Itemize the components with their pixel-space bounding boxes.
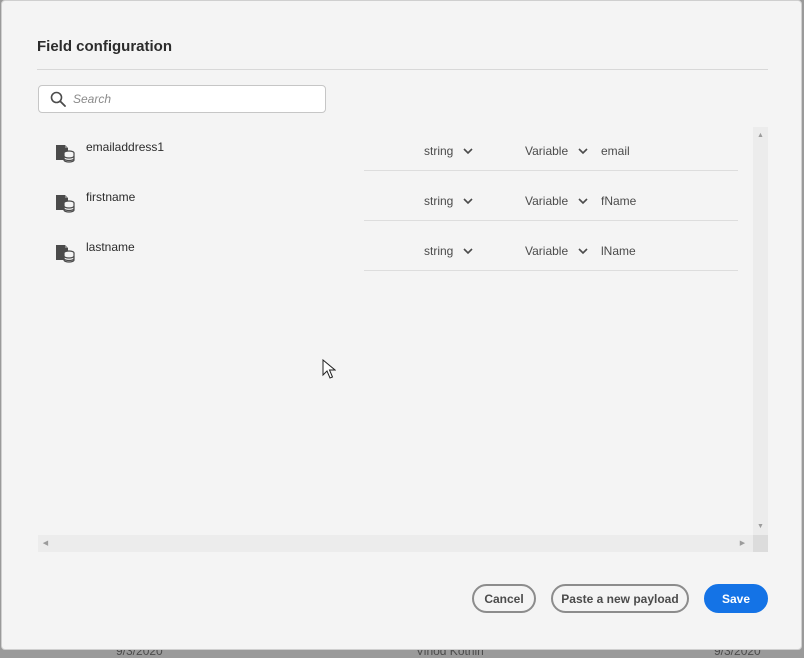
row-divider (364, 270, 738, 271)
field-list: emailaddress1 string Variable email firs… (38, 127, 753, 535)
field-database-icon (54, 192, 76, 214)
chevron-down-icon (463, 148, 473, 155)
type-value: string (424, 244, 454, 258)
mode-value: Variable (525, 144, 569, 158)
field-name: firstname (86, 190, 136, 204)
type-dropdown[interactable]: string (424, 144, 474, 158)
field-row: firstname string Variable fName (38, 177, 753, 227)
variable-value[interactable]: lName (601, 244, 636, 258)
search-icon (48, 89, 68, 109)
vertical-scrollbar[interactable]: ▲ ▼ (753, 127, 768, 535)
search-input[interactable] (71, 86, 325, 112)
field-row: lastname string Variable lName (38, 227, 753, 277)
paste-payload-button[interactable]: Paste a new payload (551, 584, 689, 613)
row-divider (364, 220, 738, 221)
field-name: lastname (86, 240, 135, 254)
variable-value[interactable]: email (601, 144, 630, 158)
mode-value: Variable (525, 244, 569, 258)
variable-value[interactable]: fName (601, 194, 636, 208)
field-database-icon (54, 242, 76, 264)
horizontal-scrollbar[interactable]: ◀ ▶ (38, 535, 753, 552)
scrollbar-corner (753, 535, 768, 552)
field-database-icon (54, 142, 76, 164)
scroll-down-icon[interactable]: ▼ (756, 522, 765, 531)
save-button[interactable]: Save (704, 584, 768, 613)
dialog-title: Field configuration (37, 38, 172, 55)
type-dropdown[interactable]: string (424, 194, 474, 208)
chevron-down-icon (578, 198, 588, 205)
field-name: emailaddress1 (86, 140, 165, 154)
mode-dropdown[interactable]: Variable (525, 194, 589, 208)
chevron-down-icon (578, 248, 588, 255)
mouse-pointer-icon (322, 359, 336, 379)
mode-value: Variable (525, 194, 569, 208)
field-row: emailaddress1 string Variable email (38, 127, 753, 177)
mode-dropdown[interactable]: Variable (525, 244, 589, 258)
type-value: string (424, 194, 454, 208)
chevron-down-icon (463, 198, 473, 205)
cancel-button[interactable]: Cancel (472, 584, 536, 613)
chevron-down-icon (463, 248, 473, 255)
search-field[interactable] (38, 85, 326, 113)
field-configuration-dialog: Field configuration emailaddress1 string… (1, 0, 802, 650)
scroll-up-icon[interactable]: ▲ (756, 131, 765, 140)
type-value: string (424, 144, 454, 158)
chevron-down-icon (578, 148, 588, 155)
title-divider (37, 69, 768, 70)
scroll-right-icon[interactable]: ▶ (738, 539, 747, 548)
type-dropdown[interactable]: string (424, 244, 474, 258)
scroll-left-icon[interactable]: ◀ (41, 539, 50, 548)
row-divider (364, 170, 738, 171)
mode-dropdown[interactable]: Variable (525, 144, 589, 158)
